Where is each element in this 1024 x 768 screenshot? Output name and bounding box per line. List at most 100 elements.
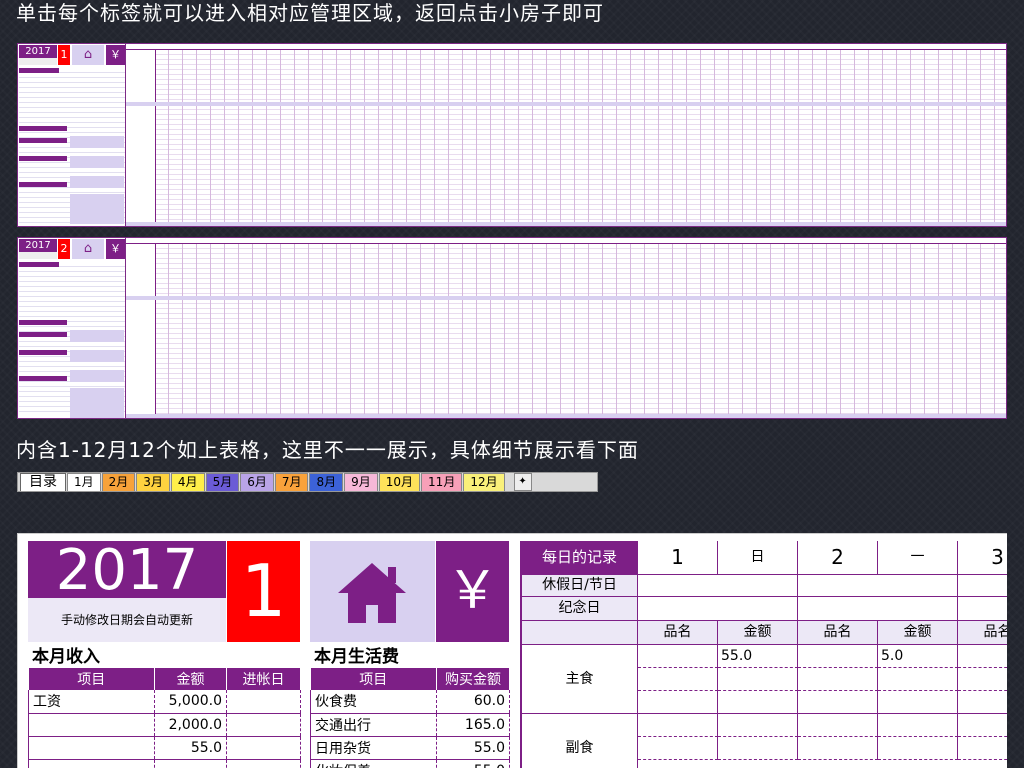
item-name-cell[interactable] [958,737,1007,760]
holiday-cell[interactable] [798,575,958,597]
living-item-cell[interactable]: 日用杂货 [310,736,437,760]
tab-month-8[interactable]: 8月 [309,473,344,491]
living-amount-cell[interactable]: 60.0 [436,690,510,714]
day-weekday: 日 [718,541,798,575]
year-display[interactable]: 2017 [28,541,226,601]
item-amount-cell[interactable] [878,737,958,760]
mini-sheet-sidebar: 2017 1 ⌂ ￥ [18,44,126,226]
tab-directory[interactable]: 目录 [20,473,66,491]
item-amount-cell[interactable] [878,668,958,691]
mini-sheet-january: 2017 1 ⌂ ￥ [17,43,1007,227]
item-name-cell[interactable] [798,668,878,691]
item-name-cell[interactable] [638,737,718,760]
item-name-cell[interactable] [798,714,878,737]
mini-total-row [126,222,1006,226]
income-amount-cell[interactable] [154,759,227,768]
memorial-cell[interactable] [638,597,798,621]
table-row: 工资 5,000.0 [28,690,301,714]
item-name-cell[interactable] [638,645,718,668]
income-item-cell[interactable] [28,713,155,737]
tab-month-1[interactable]: 1月 [67,473,101,491]
income-date-cell[interactable] [226,759,301,768]
living-item-cell[interactable]: 化妆保养 [310,759,437,768]
subheader-blank [522,621,638,645]
mini-summary-box [70,156,124,168]
memorial-cell[interactable] [798,597,958,621]
living-header-row: 项目 购买金额 [310,668,510,690]
living-item-cell[interactable]: 交通出行 [310,713,437,737]
mini-month-label: 1 [58,45,70,65]
table-row: 交通出行 165.0 [310,713,510,737]
tab-month-2[interactable]: 2月 [101,473,136,491]
tab-month-6[interactable]: 6月 [240,473,274,491]
tab-month-4[interactable]: 4月 [170,473,205,491]
living-item-cell[interactable]: 伙食费 [310,690,437,714]
tab-month-3[interactable]: 3月 [136,473,170,491]
tab-month-9[interactable]: 9月 [344,473,378,491]
month-sheet-detail: 2017 手动修改日期会自动更新 1 ￥ 本月收入 项目 金额 进帐日 工资 5… [17,533,1007,768]
house-icon[interactable] [310,541,435,642]
income-amount-cell[interactable]: 5,000.0 [154,690,227,714]
mini-daily-grid [126,238,1006,418]
income-date-cell[interactable] [226,713,301,737]
living-col-item: 项目 [310,668,437,690]
table-row: 伙食费 60.0 [310,690,510,714]
living-title: 本月生活费 [314,647,399,667]
item-name-cell[interactable] [958,691,1007,714]
income-col-amount: 金额 [154,668,227,690]
house-icon[interactable]: ⌂ [72,239,104,259]
income-item-cell[interactable] [28,736,155,760]
item-name-cell[interactable] [638,691,718,714]
item-name-cell[interactable] [958,645,1007,668]
holiday-cell[interactable] [638,575,798,597]
subheader-amount: 金额 [718,621,798,645]
income-item-cell[interactable]: 工资 [28,690,155,714]
mini-total-row [126,414,1006,418]
tab-month-11[interactable]: 11月 [421,473,463,491]
mini-section-bar [19,320,67,325]
income-date-cell[interactable] [226,736,301,760]
yen-icon[interactable]: ￥ [436,541,509,642]
holiday-label: 休假日/节日 [522,575,638,597]
month-display[interactable]: 1 [227,541,300,642]
item-name-cell[interactable] [798,691,878,714]
item-amount-cell[interactable]: 55.0 [718,645,798,668]
tab-month-12[interactable]: 12月 [463,473,505,491]
tab-month-10[interactable]: 10月 [378,473,421,491]
tab-month-7[interactable]: 7月 [274,473,309,491]
income-date-cell[interactable] [226,690,301,714]
item-name-cell[interactable] [798,737,878,760]
item-amount-cell[interactable] [878,714,958,737]
income-col-date: 进帐日 [226,668,301,690]
item-name-cell[interactable] [958,714,1007,737]
item-amount-cell[interactable]: 5.0 [878,645,958,668]
holiday-cell[interactable] [958,575,1007,597]
income-amount-cell[interactable]: 55.0 [154,736,227,760]
item-amount-cell[interactable] [718,714,798,737]
mini-section-bar [19,332,67,337]
house-icon[interactable]: ⌂ [72,45,104,65]
item-name-cell[interactable] [638,714,718,737]
tab-month-5[interactable]: 5月 [205,473,240,491]
table-row: 日用杂货 55.0 [310,736,510,760]
income-amount-cell[interactable]: 2,000.0 [154,713,227,737]
subheader-name: 品名 [798,621,878,645]
living-amount-cell[interactable]: 55.0 [436,736,510,760]
item-amount-cell[interactable] [878,691,958,714]
memorial-cell[interactable] [958,597,1007,621]
mini-section-bar [19,376,67,381]
item-name-cell[interactable] [638,668,718,691]
item-amount-cell[interactable] [718,691,798,714]
living-amount-cell[interactable]: 165.0 [436,713,510,737]
mini-section-bar [19,138,67,143]
income-item-cell[interactable] [28,759,155,768]
item-amount-cell[interactable] [718,737,798,760]
living-amount-cell[interactable]: 55.0 [436,759,510,768]
mini-year-label: 2017 [19,45,57,58]
mini-section-bar [19,350,67,355]
daily-record-grid: 每日的记录 1 日 2 一 3 休假日/节日 纪念日 品名 金额 品名 金额 品… [520,541,1007,768]
item-name-cell[interactable] [958,668,1007,691]
new-sheet-icon[interactable]: ✦ [513,473,532,491]
item-name-cell[interactable] [798,645,878,668]
item-amount-cell[interactable] [718,668,798,691]
